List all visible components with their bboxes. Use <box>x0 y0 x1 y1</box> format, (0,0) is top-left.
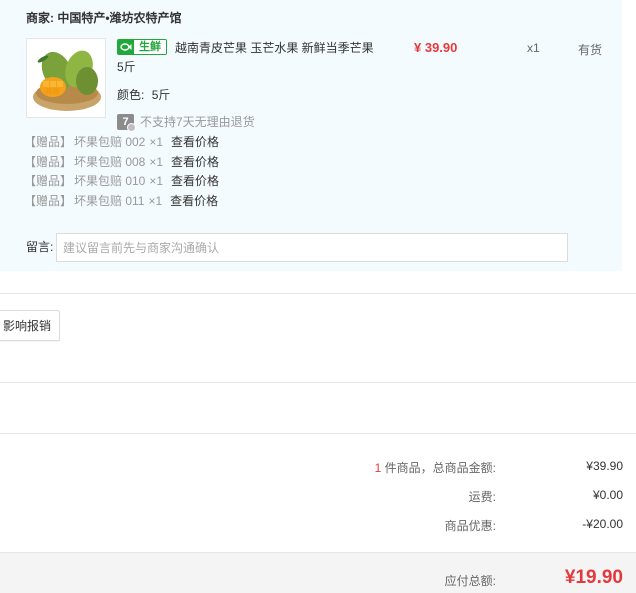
shop-label: 商家: <box>26 11 54 25</box>
no-return-7day-icon: 7 <box>117 113 136 132</box>
gift-qty: ×1 <box>149 154 164 169</box>
items-total-label: 1 件商品，总商品金额: <box>375 459 496 476</box>
discount-label: 商品优惠: <box>444 519 496 533</box>
gift-tag: 【赠品】 <box>24 135 73 149</box>
fresh-tag-label: 生鲜 <box>134 40 166 54</box>
fresh-tag: 生鲜 <box>117 39 167 55</box>
product-price: ¥ 39.90 <box>414 40 458 55</box>
divider <box>0 382 636 383</box>
items-total-value: ¥39.90 <box>586 459 623 473</box>
gift-item: 【赠品】 坏果包赔 008 ×1 查看价格 <box>24 153 219 173</box>
discount-value: -¥20.00 <box>582 517 623 531</box>
items-total-label-text: 件商品，总商品金额: <box>381 461 496 475</box>
shipping-label: 运费: <box>468 490 496 504</box>
total-payable-value: ¥19.90 <box>564 567 623 588</box>
total-payable-label: 应付总额: <box>444 574 496 588</box>
view-price-link[interactable]: 查看价格 <box>171 135 219 149</box>
return-policy-text: 不支持7天无理由退货 <box>140 115 255 129</box>
message-input[interactable] <box>56 233 568 262</box>
divider <box>0 433 636 434</box>
divider <box>0 293 636 294</box>
fish-icon <box>118 40 134 54</box>
gift-tag: 【赠品】 <box>24 174 73 188</box>
shop-name-text[interactable]: 中国特产•潍坊农特产馆 <box>57 11 181 25</box>
product-quantity: x1 <box>527 41 540 55</box>
view-price-link[interactable]: 查看价格 <box>170 194 218 208</box>
shipping-value: ¥0.00 <box>592 488 623 502</box>
mango-product-image[interactable] <box>26 38 106 118</box>
attribute-label: 颜色: <box>117 88 145 102</box>
gift-list: 【赠品】 坏果包赔 002 ×1 查看价格 【赠品】 坏果包赔 008 ×1 查看价格 【赠… <box>24 133 219 211</box>
gift-tag: 【赠品】 <box>24 154 73 169</box>
gift-name: 坏果包赔 011 <box>74 193 145 208</box>
attribute-value: 5斤 <box>151 88 171 102</box>
gift-qty: ×1 <box>149 135 164 149</box>
gift-tag: 【赠品】 <box>24 193 73 208</box>
gift-qty: ×1 <box>148 193 163 208</box>
shop-order-panel: 商家: 中国特产•潍坊农特产馆 越南青皮芒果 玉芒水果 新鲜当季芒果 5斤 生鲜… <box>0 0 622 271</box>
report-impact-button[interactable]: 影响报销 <box>0 310 60 341</box>
mango-image-icon <box>27 39 105 117</box>
message-label: 留言: <box>26 240 54 254</box>
view-price-link[interactable]: 查看价格 <box>171 174 219 188</box>
gift-qty: ×1 <box>149 174 164 188</box>
gift-item: 【赠品】 坏果包赔 002 ×1 查看价格 <box>24 133 219 153</box>
gift-item: 【赠品】 坏果包赔 010 ×1 查看价格 <box>24 172 219 192</box>
product-attribute: 颜色: 5斤 <box>117 86 170 103</box>
total-payable-bar: 应付总额: ¥19.90 <box>0 552 636 593</box>
gift-name: 坏果包赔 010 <box>74 174 146 188</box>
shop-name[interactable]: 商家: 中国特产•潍坊农特产馆 <box>26 9 182 26</box>
gift-name: 坏果包赔 002 <box>74 135 146 149</box>
stock-status: 有货 <box>578 43 603 57</box>
return-policy: 7 不支持7天无理由退货 <box>117 113 255 132</box>
gift-name: 坏果包赔 008 <box>74 154 146 169</box>
view-price-link[interactable]: 查看价格 <box>171 155 219 169</box>
gift-item: 【赠品】 坏果包赔 011 ×1 查看价格 <box>24 192 219 212</box>
